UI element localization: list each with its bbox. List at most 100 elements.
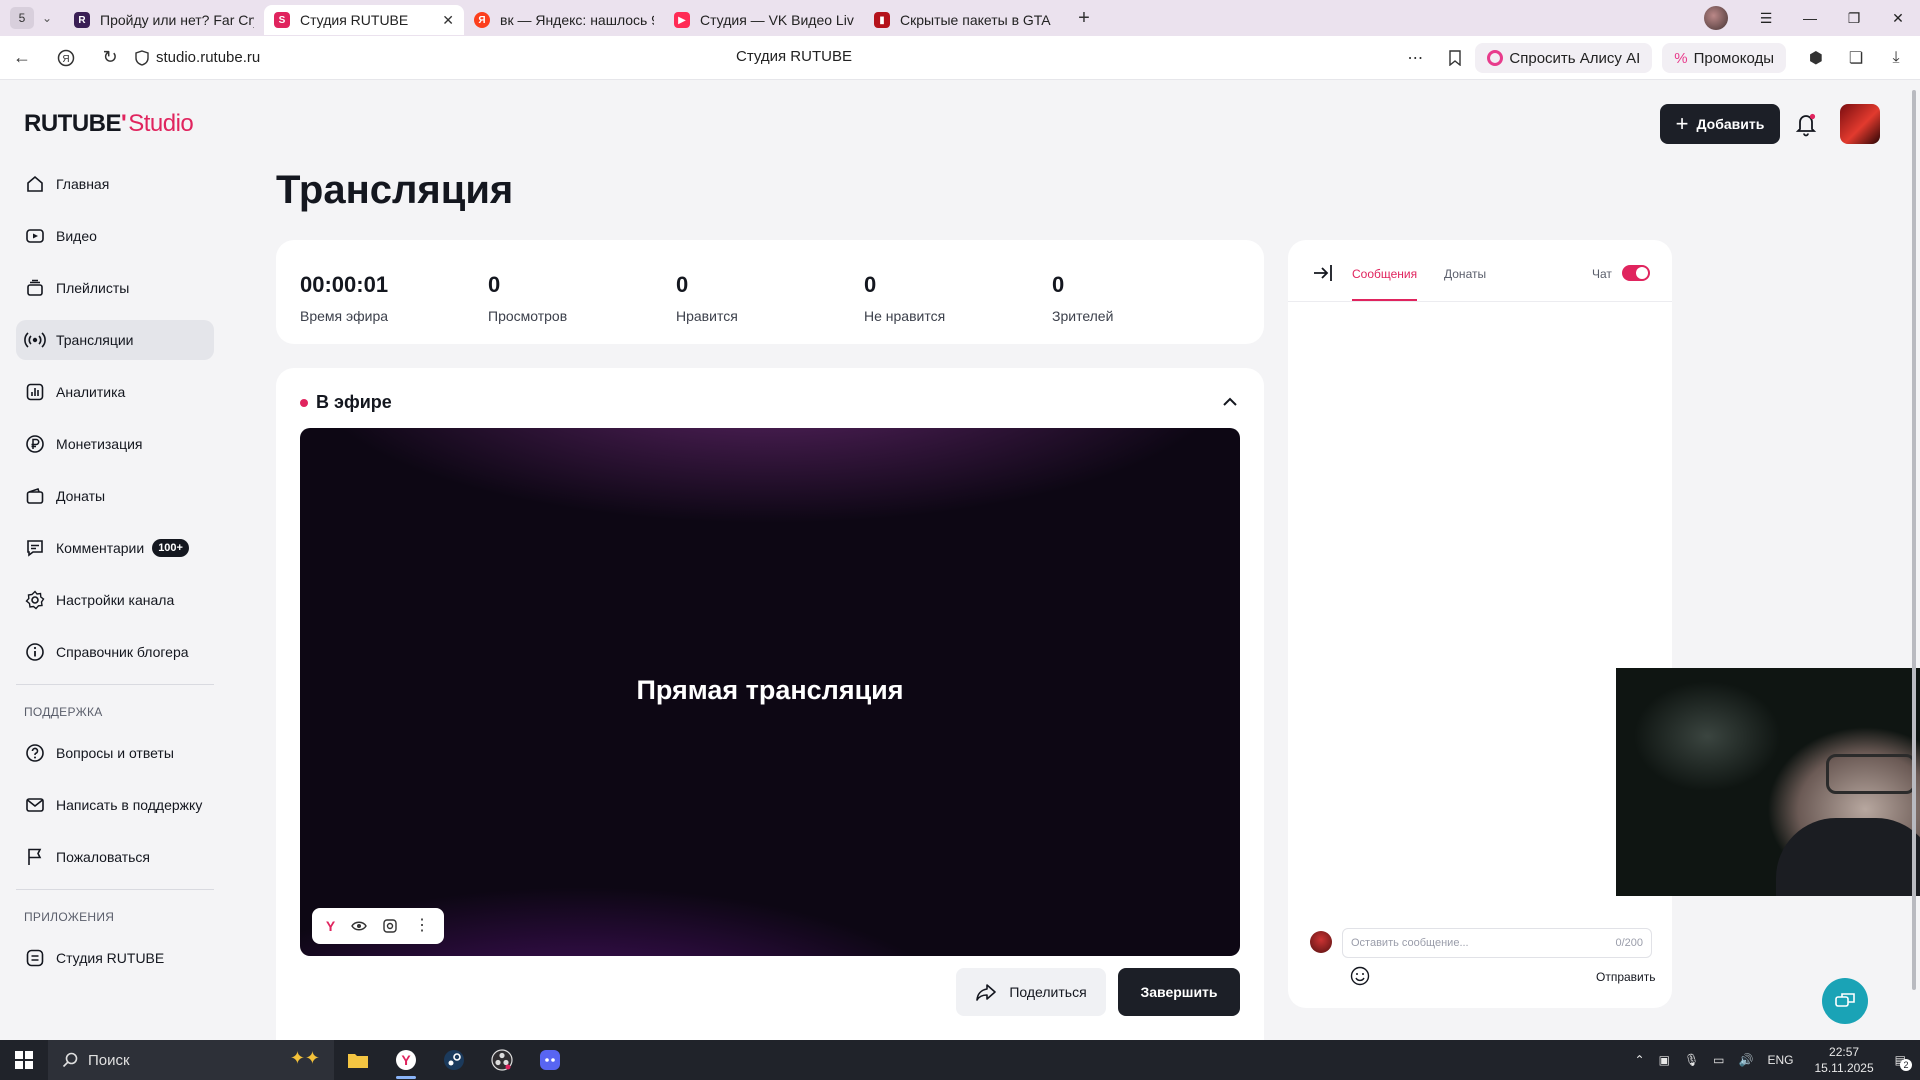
back-icon[interactable]: ← [0,36,44,80]
notifications-icon[interactable]: ▤ 2 [1895,1053,1912,1071]
sidebar-item-label: Студия RUTUBE [56,950,165,966]
tabs-dropdown-icon[interactable]: ⌄ [42,11,64,25]
sidebar-item-home[interactable]: Главная [16,164,214,204]
chevron-up-icon[interactable] [1220,392,1240,412]
steam-icon[interactable] [430,1040,478,1080]
obs-icon[interactable] [478,1040,526,1080]
broadcast-stats: 00:00:01 Время эфира 0 Просмотров 0 Нрав… [276,240,1264,344]
emoji-icon[interactable] [1350,966,1370,986]
sidebar-item-label: Написать в поддержку [56,797,203,813]
menu-icon[interactable]: ☰ [1744,10,1788,27]
apps-section-title: ПРИЛОЖЕНИЯ [24,910,115,924]
info-icon [24,641,46,663]
help-chat-button[interactable] [1822,978,1868,1024]
yandex-logo-icon[interactable]: Y [326,918,335,934]
more-vertical-icon[interactable]: ⋮ [414,918,430,934]
eye-icon[interactable] [351,920,367,932]
page-scrollbar[interactable] [1910,80,1918,1040]
stat-value: 0 [676,272,689,297]
extensions-icon[interactable]: ⬢ [1796,38,1836,78]
chat-message-input[interactable]: Оставить сообщение... 0/200 [1342,928,1652,958]
microphone-icon[interactable]: 🎙 [1684,1053,1699,1067]
header-actions: + Добавить [1660,104,1920,148]
network-icon[interactable]: ▭ [1713,1053,1724,1067]
tray-app-icon[interactable]: ▣ [1659,1053,1670,1067]
share-icon [976,984,997,1001]
tab-count[interactable]: 5 [10,7,34,29]
discord-icon[interactable] [526,1040,574,1080]
bell-icon[interactable] [1792,110,1820,138]
taskbar-search[interactable]: Поиск ✦✦ [48,1040,334,1080]
downloads-icon[interactable]: ⤓ [1876,38,1916,78]
sidebar-item-analytics[interactable]: Аналитика [16,372,214,412]
ask-alice-button[interactable]: Спросить Алису AI [1475,43,1653,73]
tab-donations[interactable]: Донаты [1444,267,1486,281]
share-button[interactable]: Поделиться [956,968,1106,1016]
window-controls: ☰ — ❐ ✕ [1704,0,1920,36]
tray-chevron-icon[interactable]: ⌃ [1635,1053,1645,1067]
screenshot-icon[interactable] [382,918,398,934]
sidebar-item-studio-app[interactable]: Студия RUTUBE [16,938,214,978]
sidebar-item-faq[interactable]: Вопросы и ответы [16,733,214,773]
add-button[interactable]: + Добавить [1660,104,1780,144]
comment-icon [24,537,46,559]
minimize-icon[interactable]: — [1788,10,1832,26]
input-language[interactable]: ENG [1767,1053,1793,1067]
system-clock[interactable]: 22:57 15.11.2025 [1814,1044,1873,1076]
sidebar-item-donations[interactable]: Донаты [16,476,214,516]
broadcast-icon [24,329,46,351]
volume-icon[interactable]: 🔊 [1739,1053,1754,1067]
scrollbar-thumb[interactable] [1912,90,1916,990]
sidebar-item-contact-support[interactable]: Написать в поддержку [16,785,214,825]
bookmark-icon[interactable] [1435,38,1475,78]
more-icon[interactable]: ⋯ [1395,38,1435,78]
close-window-icon[interactable]: ✕ [1876,10,1920,27]
sidebar-item-broadcasts[interactable]: Трансляции [16,320,214,360]
sidebar-item-video[interactable]: Видео [16,216,214,256]
stream-player[interactable]: Прямая трансляция Y ⋮ [300,428,1240,956]
plus-icon: + [1675,111,1689,136]
sidebar-item-comments[interactable]: Комментарии 100+ [16,528,214,568]
browser-tab[interactable]: ▮ Скрытые пакеты в GTA Li [864,5,1064,35]
sidebar-item-channel-settings[interactable]: Настройки канала [16,580,214,620]
browser-tab[interactable]: R Пройду или нет? Far Cry [64,5,264,35]
stat-viewers: 0 Зрителей [1052,272,1113,324]
stat-label: Нравится [676,308,738,324]
live-status-label: В эфире [316,392,392,412]
tab-close-icon[interactable]: ✕ [442,12,454,29]
browser-tab-active[interactable]: S Студия RUTUBE ✕ [264,5,464,35]
file-explorer-icon[interactable] [334,1040,382,1080]
yandex-browser-icon[interactable]: Y [382,1040,430,1080]
ruble-icon [24,433,46,455]
browser-profile-avatar[interactable] [1704,6,1728,30]
browser-tab[interactable]: ▶ Студия — VK Видео Live [664,5,864,35]
reload-icon[interactable]: ↻ [88,36,132,80]
stat-value: 0 [488,272,501,297]
site-security-icon[interactable] [132,36,152,80]
promo-codes-label: Промокоды [1693,49,1774,67]
windows-start-icon[interactable] [0,1040,48,1080]
send-button[interactable]: Отправить [1596,970,1656,984]
finish-broadcast-button[interactable]: Завершить [1118,968,1240,1016]
chat-toggle[interactable] [1622,265,1650,281]
restore-icon[interactable]: ❐ [1832,10,1876,27]
sidebar-item-playlists[interactable]: Плейлисты [16,268,214,308]
rutube-studio-logo[interactable]: RUTUBE'Studio [24,110,194,138]
sidebar-item-monetization[interactable]: Монетизация [16,424,214,464]
live-card: В эфире Прямая трансляция Y ⋮ Поделиться… [276,368,1264,1040]
browser-tab[interactable]: Я вк — Яндекс: нашлось 9 м [464,5,664,35]
share-label: Поделиться [1009,984,1087,1000]
tab-messages[interactable]: Сообщения [1352,267,1418,301]
sidebar-item-report[interactable]: Пожаловаться [16,837,214,877]
sidebar-item-blogger-guide[interactable]: Справочник блогера [16,632,214,672]
collapse-panel-icon[interactable] [1312,262,1334,284]
url-field[interactable]: studio.rutube.ru [156,49,260,66]
collections-icon[interactable]: ❏ [1836,38,1876,78]
logo-dot: ' [121,110,127,137]
user-avatar[interactable] [1840,104,1880,144]
promo-codes-button[interactable]: % Промокоды [1662,43,1786,73]
new-tab-button[interactable]: + [1070,4,1098,32]
logo-studio: Studio [128,110,194,137]
stat-value: 0 [864,272,877,297]
yandex-home-icon[interactable]: Я [44,36,88,80]
